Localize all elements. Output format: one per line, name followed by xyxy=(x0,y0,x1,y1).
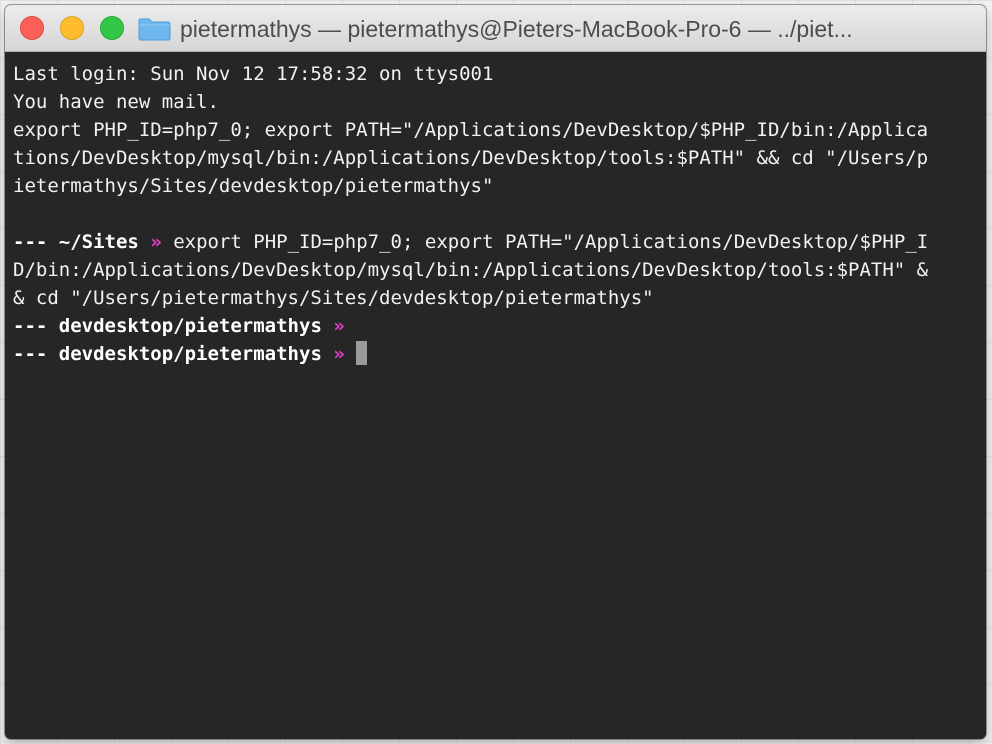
text-cursor xyxy=(356,341,368,365)
prompt-line: --- ~/Sites » export PHP_ID=php7_0; expo… xyxy=(13,228,978,256)
terminal-output[interactable]: Last login: Sun Nov 12 17:58:32 on ttys0… xyxy=(5,52,986,739)
prompt-path: ~/Sites xyxy=(58,231,139,253)
terminal-window: pietermathys — pietermathys@Pieters-MacB… xyxy=(5,5,986,739)
command-continuation: D/bin:/Applications/DevDesktop/mysql/bin… xyxy=(13,259,929,281)
prompt-line: --- devdesktop/pietermathys » xyxy=(13,312,978,340)
prompt-path: devdesktop/pietermathys xyxy=(58,315,322,337)
prompt-arrow: » xyxy=(333,315,345,337)
terminal-line: tions/DevDesktop/mysql/bin:/Applications… xyxy=(13,147,929,169)
prompt-dashes: --- xyxy=(13,231,48,253)
terminal-line: export PHP_ID=php7_0; export PATH="/Appl… xyxy=(13,119,929,141)
close-button[interactable] xyxy=(20,16,44,40)
zoom-button[interactable] xyxy=(100,16,124,40)
terminal-line: Last login: Sun Nov 12 17:58:32 on ttys0… xyxy=(13,63,494,85)
title-bar[interactable]: pietermathys — pietermathys@Pieters-MacB… xyxy=(5,5,986,52)
terminal-line: ietermathys/Sites/devdesktop/pietermathy… xyxy=(13,175,494,197)
minimize-button[interactable] xyxy=(60,16,84,40)
command-continuation: & cd "/Users/pietermathys/Sites/devdeskt… xyxy=(13,287,654,309)
window-title: pietermathys — pietermathys@Pieters-MacB… xyxy=(180,16,853,42)
folder-icon xyxy=(138,18,171,41)
terminal-line: You have new mail. xyxy=(13,91,219,113)
prompt-arrow: » xyxy=(333,343,345,365)
prompt-line: --- devdesktop/pietermathys » xyxy=(13,340,978,368)
prompt-path: devdesktop/pietermathys xyxy=(58,343,322,365)
prompt-dashes: --- xyxy=(13,343,48,365)
command-text: export PHP_ID=php7_0; export PATH="/Appl… xyxy=(173,231,929,253)
prompt-arrow: » xyxy=(150,231,162,253)
prompt-dashes: --- xyxy=(13,315,48,337)
